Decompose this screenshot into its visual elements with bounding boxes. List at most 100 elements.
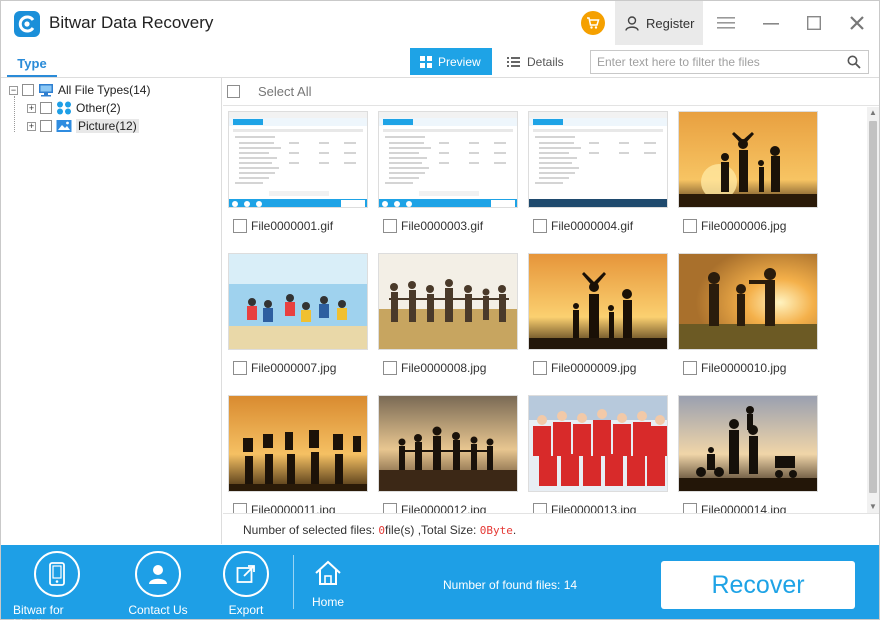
tree-checkbox[interactable]	[40, 102, 52, 114]
expand-toggle[interactable]: +	[27, 103, 36, 113]
file-checkbox[interactable]	[233, 219, 247, 233]
file-name-label: File0000012.jpg	[401, 503, 487, 513]
details-view-button[interactable]: Details	[501, 48, 571, 75]
home-icon	[315, 560, 341, 585]
file-checkbox[interactable]	[533, 361, 547, 375]
file-name[interactable]: File0000014.jpg	[683, 503, 786, 513]
bottom-bar: Bitwar for Mobile Contact Us Export	[1, 545, 879, 620]
phone-icon	[49, 562, 65, 586]
minimize-button[interactable]	[757, 9, 785, 37]
register-label: Register	[646, 15, 695, 31]
scroll-up-arrow-icon[interactable]: ▲	[867, 107, 879, 119]
tree-checkbox[interactable]	[22, 84, 34, 96]
photo-thumbnail	[229, 254, 367, 349]
app-logo-icon	[14, 11, 40, 37]
file-thumbnail[interactable]	[528, 395, 668, 492]
file-name-label: File0000004.gif	[551, 219, 634, 233]
file-thumbnail[interactable]	[378, 253, 518, 350]
file-thumbnail[interactable]	[228, 111, 368, 208]
select-all-checkbox[interactable]	[227, 85, 240, 98]
file-checkbox[interactable]	[683, 503, 697, 513]
close-icon	[850, 16, 864, 30]
file-name-label: File0000003.gif	[401, 219, 484, 233]
file-thumbnail[interactable]	[378, 111, 518, 208]
title-bar: Bitwar Data Recovery Register	[1, 1, 879, 45]
expand-toggle[interactable]: +	[27, 121, 36, 131]
file-name[interactable]: File0000012.jpg	[383, 503, 486, 513]
register-button[interactable]: Register	[615, 1, 703, 45]
file-thumbnail[interactable]	[228, 395, 368, 492]
menu-button[interactable]	[712, 9, 740, 37]
status-end: .	[512, 523, 517, 537]
file-name-label: File0000010.jpg	[701, 361, 787, 375]
other-files-icon	[57, 101, 71, 115]
file-checkbox[interactable]	[383, 361, 397, 375]
scroll-thumb[interactable]	[869, 121, 877, 493]
collapse-toggle[interactable]: −	[9, 85, 18, 95]
contact-us-button[interactable]: Contact Us	[113, 551, 203, 617]
file-name-label: File0000006.jpg	[701, 219, 787, 233]
selected-files-label: Number of selected files:	[243, 523, 379, 537]
grid-icon	[420, 55, 432, 68]
file-checkbox[interactable]	[383, 219, 397, 233]
scroll-down-arrow-icon[interactable]: ▼	[867, 501, 879, 513]
file-name-label: File0000013.jpg	[551, 503, 637, 513]
file-name[interactable]: File0000011.jpg	[233, 503, 336, 513]
tree-label-picture: Picture(12)	[76, 119, 139, 133]
file-name[interactable]: File0000007.jpg	[233, 361, 336, 375]
screenshot-thumbnail	[229, 112, 367, 207]
file-thumbnail[interactable]	[378, 395, 518, 492]
preview-view-button[interactable]: Preview	[410, 48, 492, 75]
filter-input[interactable]	[591, 51, 831, 73]
maximize-icon	[807, 16, 821, 30]
file-name[interactable]: File0000006.jpg	[683, 219, 786, 233]
selection-status: Number of selected files: 0file(s) ,Tota…	[223, 513, 879, 545]
file-checkbox[interactable]	[533, 219, 547, 233]
file-checkbox[interactable]	[683, 219, 697, 233]
file-checkbox[interactable]	[383, 503, 397, 513]
file-checkbox[interactable]	[683, 361, 697, 375]
file-thumbnail[interactable]	[528, 253, 668, 350]
picture-icon	[56, 120, 72, 132]
tree-item-picture[interactable]: + Picture(12)	[27, 118, 139, 134]
photo-thumbnail	[379, 396, 517, 491]
file-name-label: File0000009.jpg	[551, 361, 637, 375]
file-thumbnail[interactable]	[678, 111, 818, 208]
vertical-scrollbar[interactable]: ▲ ▼	[867, 107, 879, 513]
file-thumbnail[interactable]	[228, 253, 368, 350]
bitwar-mobile-button[interactable]: Bitwar for Mobile	[13, 551, 101, 620]
app-window: Bitwar Data Recovery Register Type Previ…	[0, 0, 880, 620]
file-name[interactable]: File0000003.gif	[383, 219, 483, 233]
recover-button[interactable]: Recover	[661, 561, 855, 609]
hamburger-icon	[717, 17, 735, 29]
file-name[interactable]: File0000013.jpg	[533, 503, 636, 513]
file-name-label: File0000011.jpg	[251, 503, 336, 513]
select-all-row: Select All	[223, 78, 879, 106]
photo-thumbnail	[679, 254, 817, 349]
close-button[interactable]	[843, 9, 871, 37]
tree-item-all[interactable]: − All File Types(14)	[9, 82, 150, 98]
file-name[interactable]: File0000004.gif	[533, 219, 633, 233]
file-thumbnail[interactable]	[528, 111, 668, 208]
tab-type[interactable]: Type	[7, 51, 57, 77]
home-button[interactable]: Home	[283, 559, 373, 609]
file-name[interactable]: File0000008.jpg	[383, 361, 486, 375]
maximize-button[interactable]	[800, 9, 828, 37]
tree-checkbox[interactable]	[40, 120, 52, 132]
select-all-label[interactable]: Select All	[258, 84, 311, 99]
search-icon[interactable]	[847, 55, 861, 69]
cart-button[interactable]	[581, 11, 605, 35]
file-checkbox[interactable]	[233, 361, 247, 375]
export-circle	[223, 551, 269, 597]
tree-item-other[interactable]: + Other(2)	[27, 100, 121, 116]
file-name-label: File0000007.jpg	[251, 361, 337, 375]
file-checkbox[interactable]	[533, 503, 547, 513]
file-name[interactable]: File0000009.jpg	[533, 361, 636, 375]
file-checkbox[interactable]	[233, 503, 247, 513]
file-name[interactable]: File0000010.jpg	[683, 361, 786, 375]
file-name[interactable]: File0000001.gif	[233, 219, 333, 233]
export-button[interactable]: Export	[201, 551, 291, 617]
filter-box	[590, 50, 869, 74]
file-thumbnail[interactable]	[678, 253, 818, 350]
file-thumbnail[interactable]	[678, 395, 818, 492]
